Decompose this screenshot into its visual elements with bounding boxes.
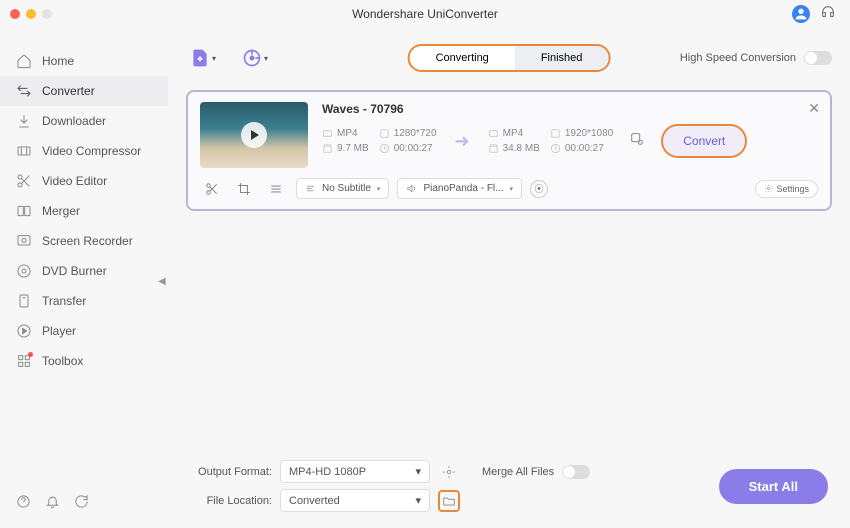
subtitle-dropdown[interactable]: No Subtitle▾ [296, 178, 389, 199]
tab-converting[interactable]: Converting [410, 46, 515, 70]
target-specs: MP4 1920*1080 34.8 MB 00:00:27 [488, 128, 614, 154]
sidebar-label: Player [42, 324, 76, 338]
support-icon[interactable] [820, 4, 836, 25]
audio-dropdown[interactable]: PianoPanda - Fl...▾ [397, 178, 522, 199]
sidebar-item-home[interactable]: Home [0, 46, 168, 76]
sidebar-label: DVD Burner [42, 264, 107, 278]
effects-icon[interactable] [264, 179, 288, 199]
sidebar-item-video-editor[interactable]: Video Editor [0, 166, 168, 196]
sidebar-label: Video Compressor [42, 144, 141, 158]
toolbar: ▾ ▾ Converting Finished High Speed Conve… [186, 40, 832, 76]
close-window-icon[interactable] [10, 9, 20, 19]
tab-finished[interactable]: Finished [515, 46, 609, 70]
maximize-window-icon [42, 9, 52, 19]
sidebar-item-downloader[interactable]: Downloader [0, 106, 168, 136]
notification-dot-icon [28, 352, 33, 357]
toggle-switch[interactable] [804, 51, 832, 65]
titlebar: Wondershare UniConverter [0, 0, 850, 28]
sidebar-label: Downloader [42, 114, 106, 128]
sidebar-label: Screen Recorder [42, 234, 133, 248]
convert-button[interactable]: Convert [661, 124, 747, 158]
window-controls[interactable] [10, 9, 52, 19]
sidebar-item-player[interactable]: Player [0, 316, 168, 346]
sidebar-label: Home [42, 54, 74, 68]
account-avatar[interactable] [792, 5, 810, 23]
trim-icon[interactable] [200, 179, 224, 199]
sidebar-item-transfer[interactable]: Transfer [0, 286, 168, 316]
toggle-switch[interactable] [562, 465, 590, 479]
add-file-button[interactable]: ▾ [186, 44, 220, 72]
sidebar-item-video-compressor[interactable]: Video Compressor [0, 136, 168, 166]
output-settings-icon[interactable] [438, 461, 460, 483]
speed-icon[interactable]: ⦿ [530, 180, 548, 198]
feedback-icon[interactable] [74, 494, 89, 514]
collapse-sidebar-icon[interactable]: ◀ [158, 276, 168, 290]
sidebar-item-dvd-burner[interactable]: DVD Burner [0, 256, 168, 286]
arrow-right-icon: ➜ [449, 131, 476, 152]
file-location-label: File Location: [186, 495, 272, 507]
sidebar-label: Toolbox [42, 354, 83, 368]
item-settings-button[interactable]: Settings [755, 180, 818, 198]
output-settings-icon[interactable] [625, 127, 649, 156]
crop-icon[interactable] [232, 179, 256, 199]
play-icon [241, 122, 267, 148]
sidebar-label: Converter [42, 84, 95, 98]
minimize-window-icon[interactable] [26, 9, 36, 19]
chevron-down-icon: ▾ [264, 54, 268, 63]
app-title: Wondershare UniConverter [352, 7, 498, 21]
sidebar-item-converter[interactable]: Converter [0, 76, 168, 106]
output-format-select[interactable]: MP4-HD 1080P▾ [280, 460, 430, 483]
sidebar-item-merger[interactable]: Merger [0, 196, 168, 226]
sidebar-label: Video Editor [42, 174, 107, 188]
video-thumbnail[interactable] [200, 102, 308, 168]
open-folder-icon[interactable] [438, 490, 460, 512]
source-specs: MP4 1280*720 9.7 MB 00:00:27 [322, 128, 437, 154]
conversion-item: ✕ Waves - 70796 MP4 1280*720 9.7 MB 00:0… [186, 90, 832, 211]
sidebar-label: Merger [42, 204, 80, 218]
hsc-label: High Speed Conversion [680, 52, 796, 64]
sidebar-item-toolbox[interactable]: Toolbox [0, 346, 168, 376]
add-disc-button[interactable]: ▾ [238, 44, 272, 72]
help-icon[interactable] [16, 494, 31, 514]
output-format-label: Output Format: [186, 466, 272, 478]
notifications-icon[interactable] [45, 494, 60, 514]
close-icon[interactable]: ✕ [808, 100, 820, 117]
chevron-down-icon: ▾ [212, 54, 216, 63]
high-speed-toggle[interactable]: High Speed Conversion [680, 51, 832, 65]
start-all-button[interactable]: Start All [719, 469, 828, 504]
sidebar: Home Converter Downloader Video Compress… [0, 28, 168, 528]
file-location-select[interactable]: Converted▾ [280, 489, 430, 512]
main-panel: ▾ ▾ Converting Finished High Speed Conve… [168, 28, 850, 528]
status-tabs: Converting Finished [408, 44, 611, 72]
sidebar-label: Transfer [42, 294, 86, 308]
merge-all-toggle[interactable]: Merge All Files [482, 465, 590, 479]
file-name: Waves - 70796 [322, 102, 818, 116]
sidebar-item-screen-recorder[interactable]: Screen Recorder [0, 226, 168, 256]
